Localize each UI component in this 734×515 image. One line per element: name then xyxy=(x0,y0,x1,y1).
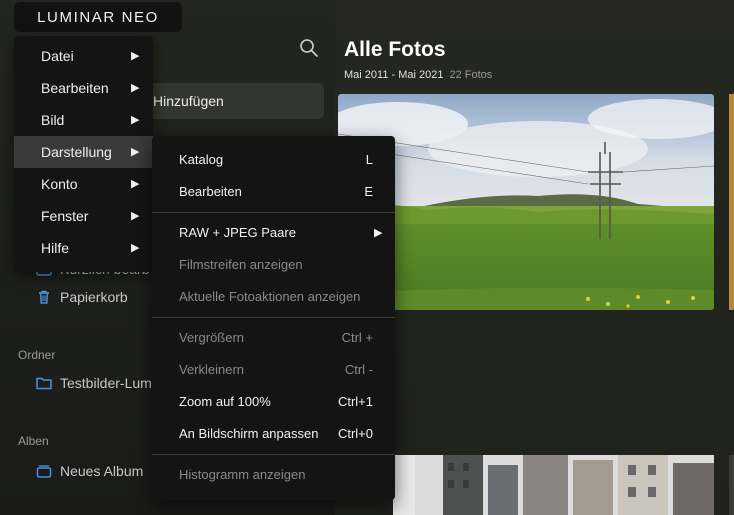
submenu-item-raw-jpeg[interactable]: RAW + JPEG Paare ▶ xyxy=(152,217,395,249)
album-item[interactable]: Neues Album xyxy=(36,463,143,479)
submenu-arrow-icon: ▶ xyxy=(131,50,140,62)
sidebar-item-trash[interactable]: Papierkorb xyxy=(36,289,128,305)
submenu-arrow-icon: ▶ xyxy=(131,114,140,126)
submenu-item-fit-screen[interactable]: An Bildschirm anpassen Ctrl+0 xyxy=(152,418,395,450)
folder-label: Testbilder-Lum xyxy=(60,375,152,391)
add-button-label: Hinzufügen xyxy=(153,93,224,109)
folder-item[interactable]: Testbilder-Lum xyxy=(36,375,152,391)
search-icon[interactable] xyxy=(299,38,319,58)
shortcut-label: Ctrl + xyxy=(341,330,373,345)
add-photos-button[interactable]: Hinzufügen xyxy=(148,83,324,119)
folder-icon xyxy=(36,377,52,390)
main-menu: Datei ▶ Bearbeiten ▶ Bild ▶ Darstellung … xyxy=(14,36,153,272)
submenu-arrow-icon: ▶ xyxy=(131,82,140,94)
submenu-item-katalog[interactable]: Katalog L xyxy=(152,144,395,176)
menu-item-label: Datei xyxy=(41,48,74,64)
shortcut-label: E xyxy=(364,184,373,199)
submenu-item-fotoaktionen[interactable]: Aktuelle Fotoaktionen anzeigen xyxy=(152,281,395,313)
menu-divider xyxy=(152,454,395,455)
page-subtitle: Mai 2011 - Mai 2021 22 Fotos xyxy=(344,69,492,81)
shortcut-label: Ctrl+0 xyxy=(337,426,373,441)
submenu-arrow-icon: ▶ xyxy=(131,146,140,158)
photo-thumbnail-city[interactable] xyxy=(393,455,714,515)
page-title: Alle Fotos xyxy=(344,38,446,61)
date-range: Mai 2011 - Mai 2021 xyxy=(344,69,444,81)
submenu-item-label: Vergrößern xyxy=(179,330,245,345)
menu-item-label: Bearbeiten xyxy=(41,80,109,96)
submenu-item-label: Bearbeiten xyxy=(179,184,242,199)
shortcut-label: L xyxy=(365,152,373,167)
photo-thumbnail-partial[interactable] xyxy=(729,94,734,310)
submenu-arrow-icon: ▶ xyxy=(131,210,140,222)
submenu-item-histogramm[interactable]: Histogramm anzeigen xyxy=(152,459,395,491)
submenu-item-vergroessern[interactable]: Vergrößern Ctrl + xyxy=(152,322,395,354)
app-logo[interactable]: LUMINAR NEO xyxy=(14,2,182,32)
submenu-arrow-icon: ▶ xyxy=(131,242,140,254)
menu-item-label: Bild xyxy=(41,112,65,128)
submenu-item-label: Verkleinern xyxy=(179,362,245,377)
submenu-item-bearbeiten[interactable]: Bearbeiten E xyxy=(152,176,395,208)
menu-item-label: Fenster xyxy=(41,208,89,224)
menu-item-label: Hilfe xyxy=(41,240,70,256)
menu-item-label: Darstellung xyxy=(41,144,112,160)
submenu-item-filmstreifen[interactable]: Filmstreifen anzeigen xyxy=(152,249,395,281)
menu-item-datei[interactable]: Datei ▶ xyxy=(14,40,153,72)
submenu-arrow-icon: ▶ xyxy=(131,178,140,190)
submenu-item-label: Aktuelle Fotoaktionen anzeigen xyxy=(179,289,361,304)
submenu-item-label: Zoom auf 100% xyxy=(179,394,271,409)
submenu-item-zoom-100[interactable]: Zoom auf 100% Ctrl+1 xyxy=(152,386,395,418)
submenu-item-label: An Bildschirm anpassen xyxy=(179,426,319,441)
menu-divider xyxy=(152,317,395,318)
album-label: Neues Album xyxy=(60,463,144,479)
albums-section-title: Alben xyxy=(18,434,49,448)
darstellung-submenu: Katalog L Bearbeiten E RAW + JPEG Paare … xyxy=(152,136,395,500)
folders-section-title: Ordner xyxy=(18,348,56,362)
menu-item-label: Konto xyxy=(41,176,78,192)
menu-item-fenster[interactable]: Fenster ▶ xyxy=(14,200,153,232)
photo-count: 22 Fotos xyxy=(449,69,493,81)
menu-divider xyxy=(152,212,395,213)
menu-item-bild[interactable]: Bild ▶ xyxy=(14,104,153,136)
submenu-item-label: Katalog xyxy=(179,152,224,167)
sidebar-item-label: Papierkorb xyxy=(60,289,128,305)
submenu-item-label: Filmstreifen anzeigen xyxy=(179,257,303,272)
menu-item-darstellung[interactable]: Darstellung ▶ xyxy=(14,136,153,168)
photo-thumbnail-partial-2[interactable] xyxy=(729,455,734,515)
menu-item-hilfe[interactable]: Hilfe ▶ xyxy=(14,232,153,264)
submenu-item-verkleinern[interactable]: Verkleinern Ctrl - xyxy=(152,354,395,386)
shortcut-label: Ctrl - xyxy=(344,362,373,377)
menu-item-bearbeiten[interactable]: Bearbeiten ▶ xyxy=(14,72,153,104)
submenu-item-label: Histogramm anzeigen xyxy=(179,467,306,482)
shortcut-label: Ctrl+1 xyxy=(337,394,373,409)
trash-icon xyxy=(39,290,49,304)
submenu-item-label: RAW + JPEG Paare xyxy=(179,225,296,240)
menu-item-konto[interactable]: Konto ▶ xyxy=(14,168,153,200)
submenu-arrow-icon: ▶ xyxy=(374,227,383,239)
album-icon xyxy=(36,465,52,478)
